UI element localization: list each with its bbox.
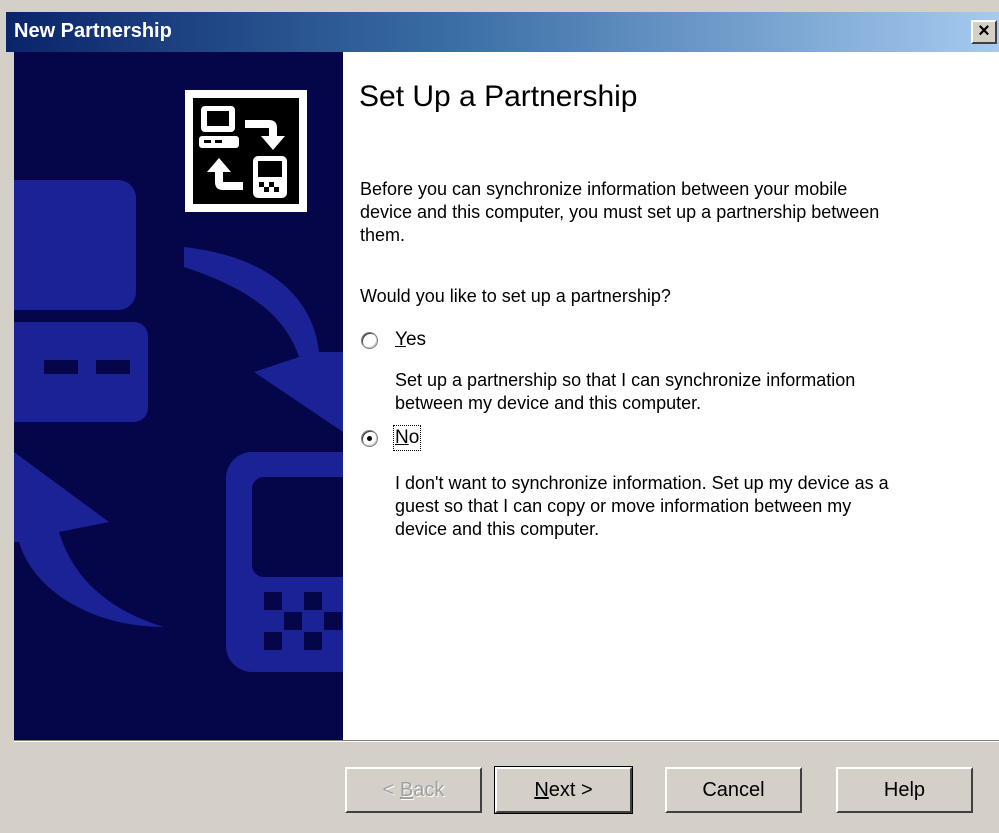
yes-description: Set up a partnership so that I can synch…: [395, 370, 856, 413]
bg-device-key-shape: [264, 592, 282, 610]
close-button[interactable]: ×: [971, 20, 997, 44]
bg-device-key-shape: [304, 592, 322, 610]
back-button[interactable]: < Back: [345, 767, 482, 813]
wizard-banner: [14, 52, 343, 740]
yes-label[interactable]: Yes: [395, 329, 426, 351]
no-radio[interactable]: [361, 430, 378, 447]
help-button[interactable]: Help: [836, 767, 973, 813]
bg-device-screen-shape: [252, 477, 343, 577]
bg-device-key-shape: [324, 612, 342, 630]
bg-device-key-shape: [284, 612, 302, 630]
no-description: I don't want to synchronize information.…: [395, 473, 889, 539]
cancel-button[interactable]: Cancel: [665, 767, 802, 813]
next-button[interactable]: Next >: [494, 766, 633, 814]
intro-text: Before you can synchronize information b…: [360, 179, 880, 245]
new-partnership-dialog: New Partnership × Set Up a Partnership B…: [0, 0, 999, 833]
button-divider: [14, 740, 999, 742]
window-title: New Partnership: [14, 20, 172, 42]
computer-device-sync-icon: [185, 90, 307, 212]
question-text: Would you like to set up a partnership?: [360, 286, 671, 306]
wizard-content: Set Up a Partnership Before you can sync…: [343, 52, 999, 740]
yes-radio[interactable]: [361, 332, 378, 349]
title-bar: New Partnership ×: [6, 12, 999, 52]
bg-device-key-shape: [304, 632, 322, 650]
bg-device-key-shape: [264, 632, 282, 650]
no-label[interactable]: No: [392, 425, 422, 451]
page-title: Set Up a Partnership: [359, 80, 638, 113]
radio-selected-dot: [367, 436, 372, 441]
wizard-body: Set Up a Partnership Before you can sync…: [14, 52, 999, 740]
